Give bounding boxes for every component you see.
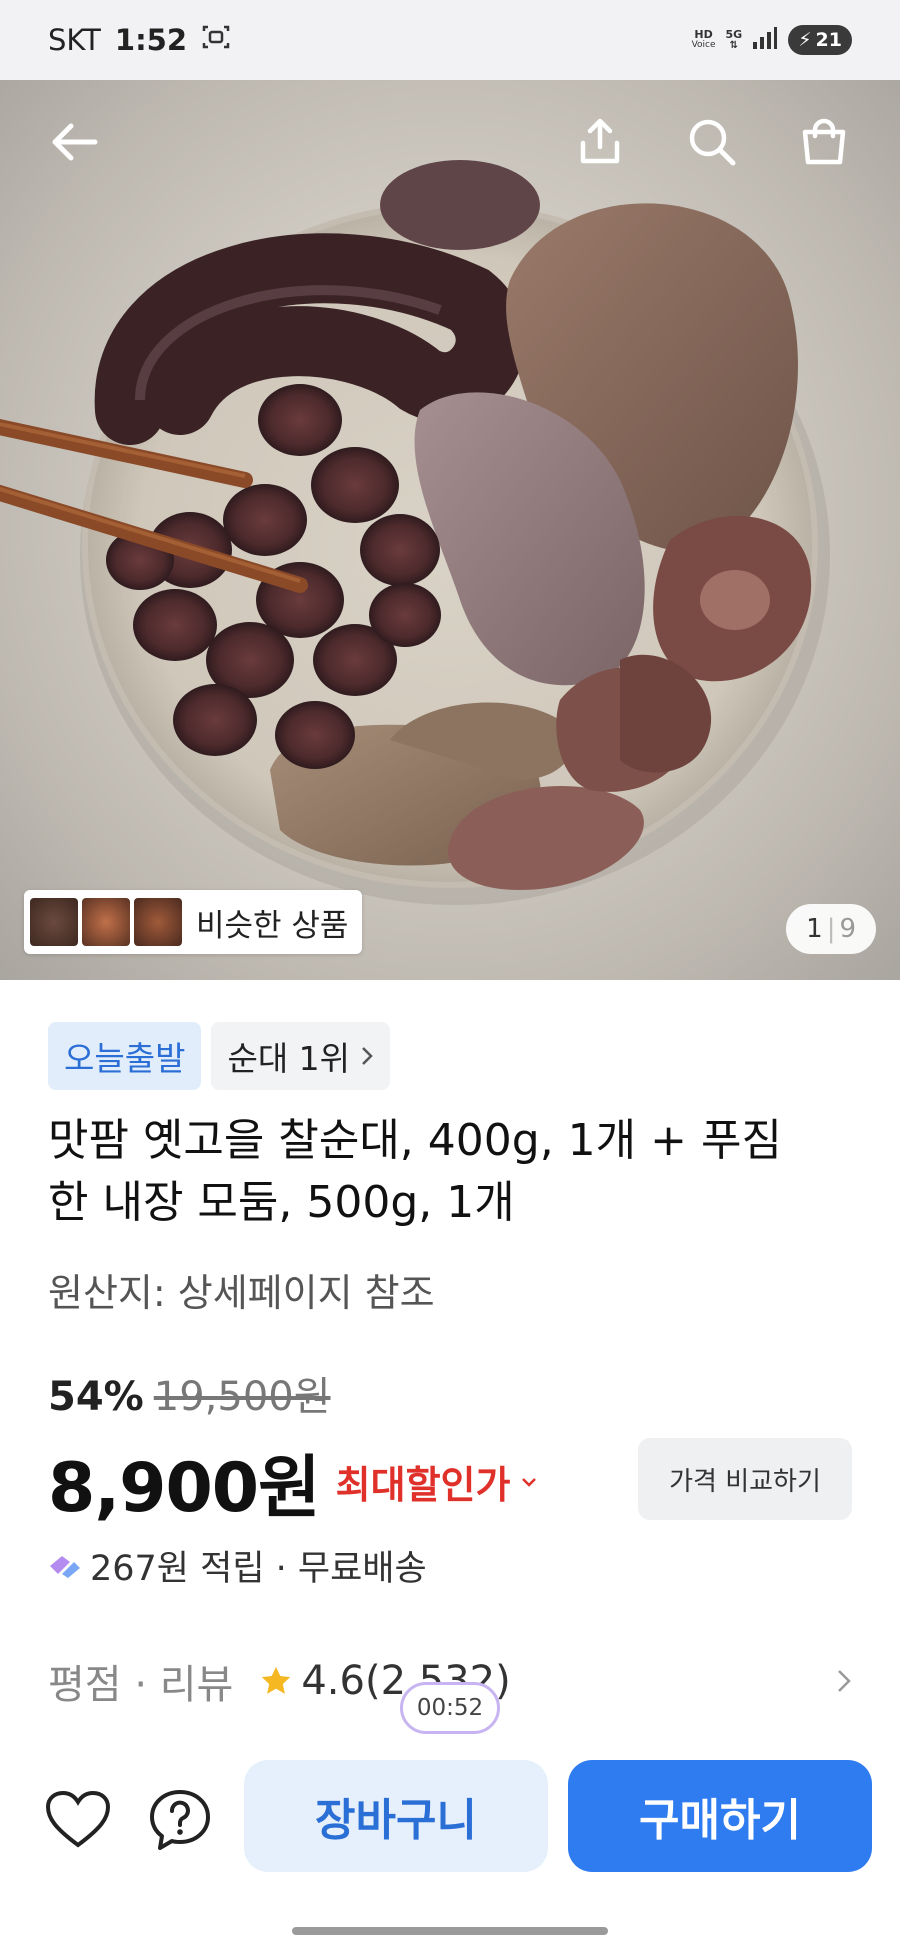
question-icon	[150, 1790, 210, 1850]
heart-icon	[45, 1790, 111, 1848]
discount-row: 54% 19,500원	[48, 1364, 331, 1422]
price-compare-button[interactable]: 가격 비교하기	[638, 1438, 852, 1520]
star-icon	[262, 1666, 291, 1694]
similar-thumb-3	[134, 898, 182, 946]
chevron-right-icon	[838, 1670, 851, 1692]
status-bar: SKT 1:52 HD Voice 5G ⇅ ⚡ 21	[0, 0, 900, 80]
today-shipping-badge: 오늘출발	[48, 1022, 202, 1090]
max-discount-toggle[interactable]: 최대할인가	[336, 1454, 539, 1509]
chevron-right-icon	[362, 1047, 373, 1065]
network-5g-icon: 5G ⇅	[725, 28, 743, 51]
product-photo	[0, 160, 830, 905]
battery-indicator: ⚡ 21	[788, 25, 852, 55]
home-indicator[interactable]	[292, 1927, 608, 1935]
points-icon	[50, 1555, 80, 1578]
share-button[interactable]	[568, 110, 632, 174]
similar-products-button[interactable]: 비슷한 상품	[24, 890, 363, 954]
timer-badge: 00:52	[400, 1682, 500, 1734]
arrow-left-icon	[52, 123, 98, 161]
search-button[interactable]	[680, 110, 744, 174]
similar-thumb-1	[30, 898, 78, 946]
price-row: 8,900원 최대할인가	[48, 1432, 538, 1531]
product-image-carousel[interactable]: 비슷한 상품 1 | 9	[0, 80, 900, 980]
origin-info: 원산지: 상세페이지 참조	[48, 1271, 435, 1315]
category-rank-badge[interactable]: 순대 1위	[211, 1022, 391, 1090]
clock: 1:52	[114, 23, 188, 57]
buy-now-button[interactable]: 구매하기	[568, 1760, 872, 1872]
similar-thumb-2	[82, 898, 130, 946]
wishlist-button[interactable]	[40, 1782, 116, 1858]
chevron-down-icon	[522, 1477, 537, 1487]
bottom-action-bar: 장바구니 구매하기	[0, 1752, 900, 1888]
rating-value: 4.6	[301, 1658, 365, 1704]
discount-rate: 54%	[48, 1374, 144, 1420]
points-shipping-info: 267원 적립 · 무료배송	[48, 1540, 427, 1591]
product-title: 맛팜 옛고을 찰순대, 400g, 1개 + 푸짐한 내장 모둠, 500g, …	[48, 1115, 782, 1228]
similar-products-label: 비슷한 상품	[196, 907, 349, 944]
hd-voice-icon: HD Voice	[691, 28, 716, 50]
share-icon	[580, 118, 620, 164]
original-price: 19,500원	[153, 1374, 331, 1420]
rating-review-label: 평점 · 리뷰	[48, 1662, 234, 1708]
charging-icon: ⚡	[798, 29, 812, 51]
signal-icon	[752, 26, 778, 54]
image-page-indicator: 1 | 9	[786, 904, 876, 954]
shopping-bag-icon	[802, 118, 846, 165]
help-button[interactable]	[142, 1782, 218, 1858]
back-button[interactable]	[42, 110, 106, 174]
cart-button[interactable]	[792, 110, 856, 174]
search-icon	[689, 119, 736, 166]
add-to-cart-button[interactable]: 장바구니	[244, 1760, 548, 1872]
carrier-label: SKT	[48, 23, 101, 57]
sale-price: 8,900원	[48, 1449, 321, 1528]
badge-row: 오늘출발 순대 1위	[48, 1022, 391, 1090]
screen-record-icon	[201, 23, 231, 58]
